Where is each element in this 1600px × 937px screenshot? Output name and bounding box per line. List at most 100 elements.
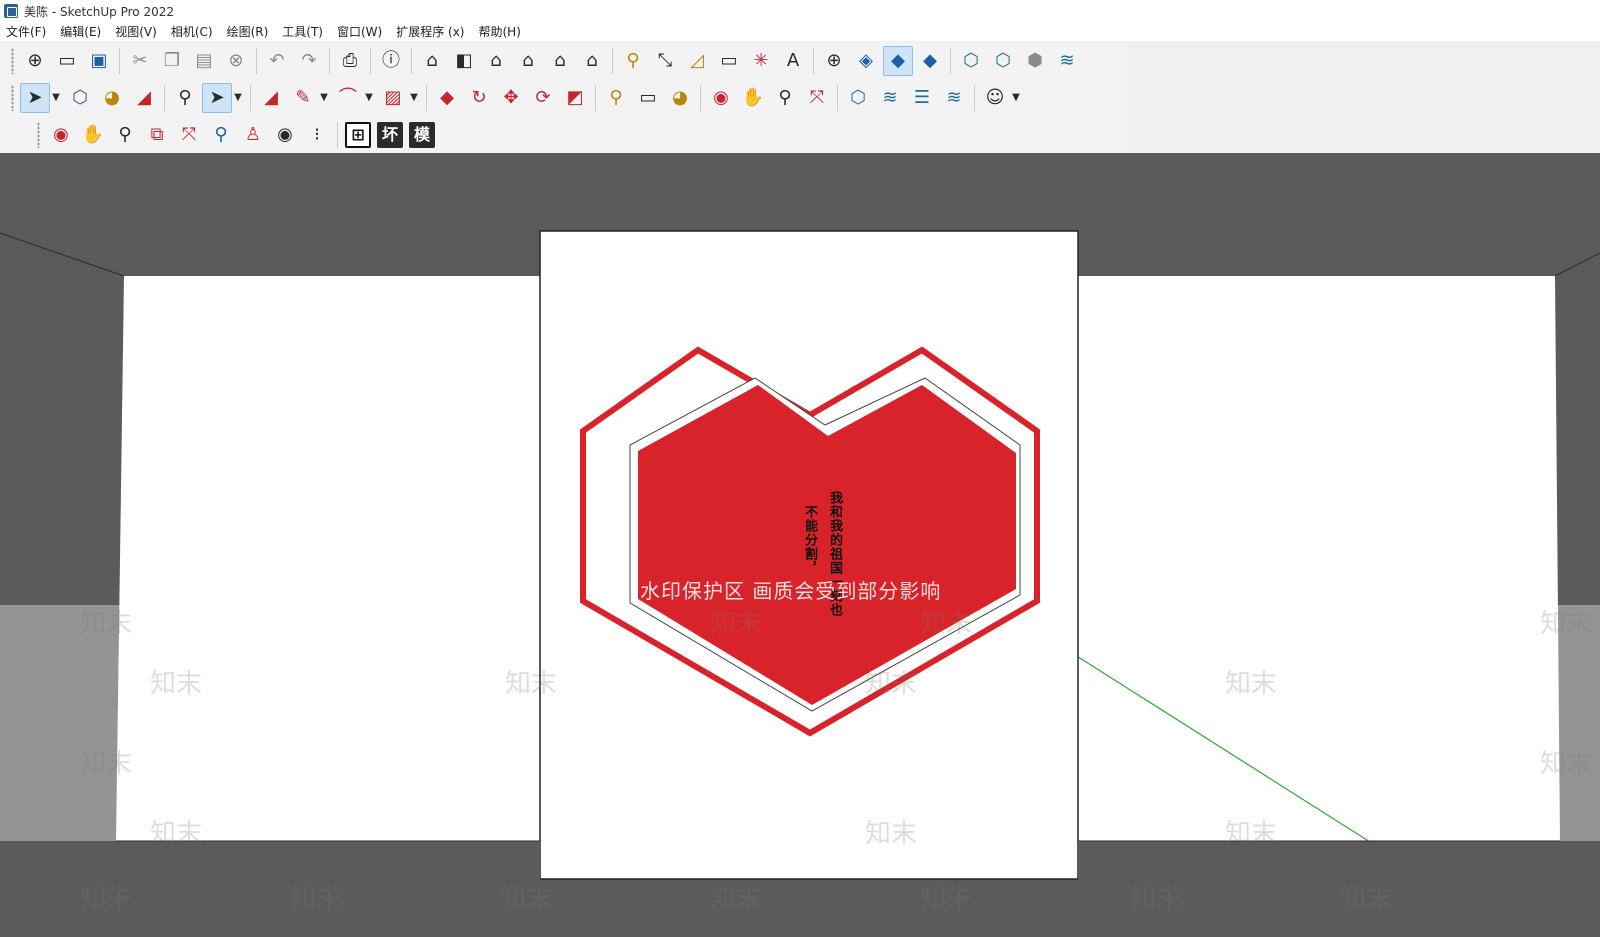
front-view-icon[interactable]: ⌂	[481, 46, 511, 76]
open-file-icon[interactable]: ▭	[52, 46, 82, 76]
tape-measure-icon[interactable]: ⚲	[601, 83, 631, 113]
menu-tools[interactable]: 工具(T)	[282, 23, 323, 40]
pan-hand-icon[interactable]: ✋	[738, 83, 768, 113]
3d-text-icon[interactable]: A	[778, 46, 808, 76]
eraser-icon[interactable]: ◢	[129, 83, 159, 113]
push-pull-icon[interactable]: ◆	[432, 83, 462, 113]
select-tool-icon[interactable]: ➤	[202, 82, 232, 113]
walk-footprints-icon[interactable]: ⁝	[302, 120, 332, 150]
top-view-icon[interactable]: ◧	[449, 46, 479, 76]
dimension-icon[interactable]: ⤡	[650, 46, 680, 76]
warehouse-icon[interactable]: ⬡	[956, 46, 986, 76]
copy-icon[interactable]: ❐	[157, 46, 187, 76]
paste-icon[interactable]: ▤	[189, 46, 219, 76]
watermark-notice: 水印保护区 画质会受到部分影响	[640, 579, 942, 603]
zoom-search-icon[interactable]: ⚲	[170, 83, 200, 113]
watermark-logo: 知末	[1130, 884, 1183, 914]
save-icon[interactable]: ▣	[84, 46, 114, 76]
print-icon[interactable]: ⎙	[335, 46, 365, 76]
undo-icon[interactable]: ↶	[262, 46, 292, 76]
watermark-logo: 知末	[80, 609, 133, 639]
zoom-window-icon[interactable]: ⧉	[142, 120, 172, 150]
position-camera-icon[interactable]: ♙	[238, 120, 268, 150]
iso-view-icon[interactable]: ⌂	[417, 46, 447, 76]
axes-icon[interactable]: ✳	[746, 46, 776, 76]
model-viewport[interactable]: 我和我的祖国一刻也 不能分割， 水印保护区 画质会受到部分影响 知末 知末 知末…	[0, 153, 1600, 937]
chevron-down-icon[interactable]: ▼	[231, 83, 245, 113]
components-icon[interactable]: ⬢	[1020, 46, 1050, 76]
chevron-down-icon[interactable]: ▼	[49, 83, 63, 113]
make-component-icon[interactable]: ⬡	[65, 83, 95, 113]
erase-selection-icon[interactable]: ⊗	[221, 46, 251, 76]
toolbar-separator	[329, 47, 330, 74]
rotate-icon[interactable]: ⟳	[528, 83, 558, 113]
scale-icon[interactable]: ◩	[560, 83, 590, 113]
pencil-line-icon[interactable]: ✎	[288, 83, 318, 113]
menu-bar: 文件(F) 编辑(E) 视图(V) 相机(C) 绘图(R) 工具(T) 窗口(W…	[0, 22, 1600, 41]
redo-icon[interactable]: ↷	[294, 46, 324, 76]
section-plane-icon[interactable]: ◈	[851, 46, 881, 76]
toolbar-grip[interactable]	[11, 47, 14, 74]
chevron-down-icon[interactable]: ▼	[407, 83, 421, 113]
plugin-huai-button[interactable]: 坏	[377, 121, 403, 148]
text-tool-icon[interactable]: ▭	[714, 46, 744, 76]
sketchup-app-icon	[4, 4, 18, 18]
extension-manager-icon[interactable]: ≋	[875, 83, 905, 113]
move-icon[interactable]: ✥	[496, 83, 526, 113]
tape-measure-icon[interactable]: ⚲	[618, 46, 648, 76]
menu-draw[interactable]: 绘图(R)	[227, 23, 269, 40]
layers-icon[interactable]: ☰	[907, 83, 937, 113]
zoom-icon[interactable]: ⚲	[110, 120, 140, 150]
watermark-logo: 知末	[1540, 749, 1593, 779]
extension-warehouse-icon[interactable]: ≋	[1052, 46, 1082, 76]
grid-table-icon[interactable]: ⊞	[345, 121, 371, 148]
arc-icon[interactable]: ⌒	[333, 83, 363, 113]
new-file-icon[interactable]: ⊕	[20, 46, 50, 76]
paint-icon[interactable]: ◕	[665, 83, 695, 113]
zoom-icon[interactable]: ⚲	[770, 83, 800, 113]
look-around-eye-icon[interactable]: ◉	[270, 120, 300, 150]
warehouse-icon[interactable]: ⬡	[843, 83, 873, 113]
left-view-icon[interactable]: ⌂	[577, 46, 607, 76]
cut-icon[interactable]: ✂	[125, 46, 155, 76]
paint-bucket-icon[interactable]: ◕	[97, 83, 127, 113]
toolbar-grip[interactable]	[37, 121, 40, 148]
menu-file[interactable]: 文件(F)	[6, 23, 46, 40]
toolbar-separator	[974, 84, 975, 111]
eraser-tool-icon[interactable]: ◢	[256, 83, 286, 113]
plugin-mo-button[interactable]: 模	[409, 121, 435, 148]
right-view-icon[interactable]: ⌂	[513, 46, 543, 76]
menu-camera[interactable]: 相机(C)	[171, 23, 213, 40]
pan-hand-icon[interactable]: ✋	[78, 120, 108, 150]
user-account-icon[interactable]: ☺	[980, 83, 1010, 113]
display-section-icon[interactable]: ◆	[883, 45, 913, 76]
toolbar-grip[interactable]	[11, 84, 14, 111]
share-model-icon[interactable]: ⬡	[988, 46, 1018, 76]
menu-help[interactable]: 帮助(H)	[478, 23, 520, 40]
chevron-down-icon[interactable]: ▼	[1009, 83, 1023, 113]
position-camera-icon[interactable]: ⊕	[819, 46, 849, 76]
watermark-logo: 知末	[920, 884, 973, 914]
menu-window[interactable]: 窗口(W)	[337, 23, 382, 40]
rectangle-icon[interactable]: ▨	[378, 83, 408, 113]
zoom-extents-icon[interactable]: ⤧	[174, 120, 204, 150]
watermark-logo: 知末	[710, 609, 763, 639]
watermark-logo: 知末	[920, 609, 973, 639]
section-cut-icon[interactable]: ◆	[915, 46, 945, 76]
zoom-extents-icon[interactable]: ⤧	[802, 83, 832, 113]
select-arrow-icon[interactable]: ➤	[20, 82, 50, 113]
orbit-icon[interactable]: ◉	[46, 120, 76, 150]
chevron-down-icon[interactable]: ▼	[317, 83, 331, 113]
chevron-down-icon[interactable]: ▼	[362, 83, 376, 113]
extension-settings-icon[interactable]: ≋	[939, 83, 969, 113]
text-label-icon[interactable]: ▭	[633, 83, 663, 113]
back-view-icon[interactable]: ⌂	[545, 46, 575, 76]
menu-extensions[interactable]: 扩展程序 (x)	[396, 23, 464, 40]
model-info-icon[interactable]: ⓘ	[376, 46, 406, 76]
follow-me-icon[interactable]: ↻	[464, 83, 494, 113]
orbit-icon[interactable]: ◉	[706, 83, 736, 113]
protractor-icon[interactable]: ◿	[682, 46, 712, 76]
previous-view-icon[interactable]: ⚲	[206, 120, 236, 150]
menu-edit[interactable]: 编辑(E)	[60, 23, 101, 40]
menu-view[interactable]: 视图(V)	[115, 23, 157, 40]
